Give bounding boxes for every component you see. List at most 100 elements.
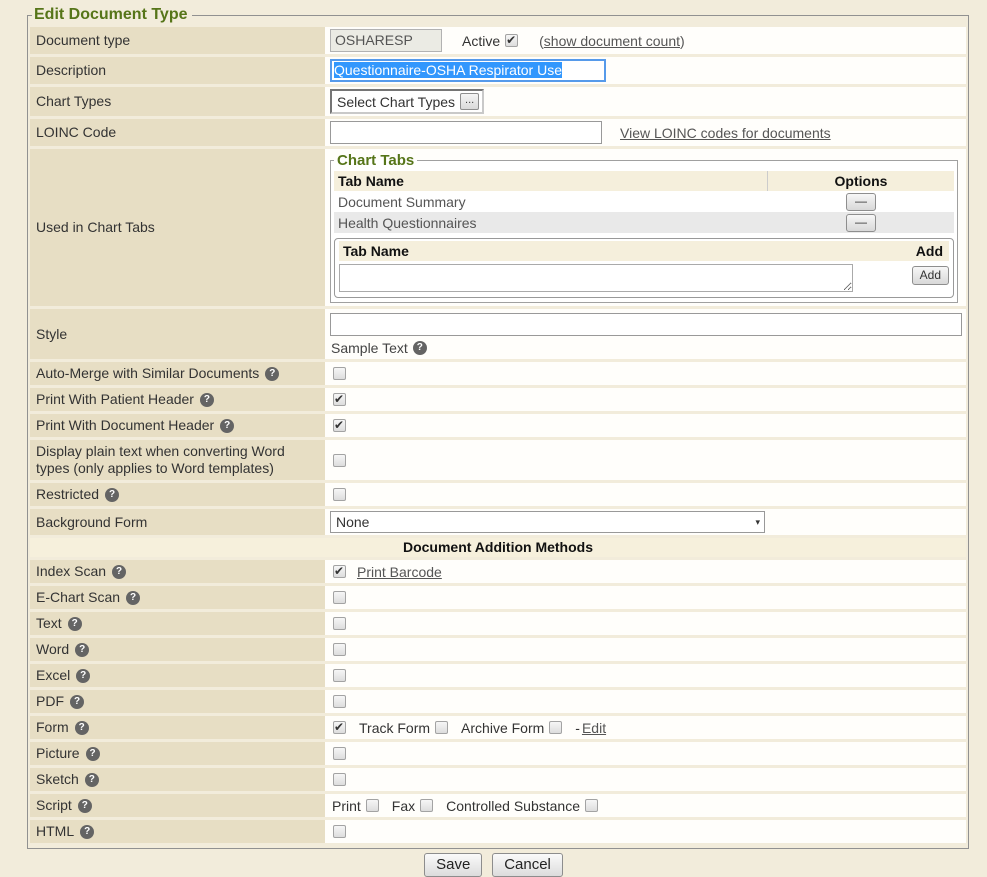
restricted-label: Restricted <box>36 486 99 503</box>
edit-document-type-fieldset: Edit Document Type Document type Active … <box>27 6 969 849</box>
form-checkbox[interactable] <box>333 721 346 734</box>
pdf-label: PDF <box>36 693 64 710</box>
help-icon[interactable]: ? <box>78 799 92 813</box>
chart-tab-name: Health Questionnaires <box>334 213 768 233</box>
help-icon[interactable]: ? <box>75 721 89 735</box>
add-tab-button[interactable]: Add <box>912 266 949 285</box>
add-tab-name-column-header: Tab Name <box>339 241 901 261</box>
loinc-code-input[interactable] <box>330 121 602 144</box>
help-icon[interactable]: ? <box>85 773 99 787</box>
display-plain-text-label: Display plain text when converting Word … <box>36 443 319 477</box>
html-checkbox[interactable] <box>333 825 346 838</box>
row-word: Word ? <box>30 638 966 661</box>
picture-checkbox[interactable] <box>333 747 346 760</box>
sketch-checkbox[interactable] <box>333 773 346 786</box>
index-scan-checkbox[interactable] <box>333 565 346 578</box>
edit-separator: - <box>575 720 580 736</box>
show-document-count-link[interactable]: show document count <box>544 33 680 49</box>
page-title: Edit Document Type <box>32 6 192 24</box>
row-print-document-header: Print With Document Header ? <box>30 414 966 437</box>
pdf-checkbox[interactable] <box>333 695 346 708</box>
add-tab-row: Add <box>339 264 949 292</box>
view-loinc-codes-link[interactable]: View LOINC codes for documents <box>620 125 831 141</box>
chevron-down-icon: ▾ <box>755 517 760 528</box>
chart-types-selector[interactable]: Select Chart Types ... <box>330 89 484 114</box>
text-label: Text <box>36 615 62 632</box>
row-echart-scan: E-Chart Scan ? <box>30 586 966 609</box>
script-fax-label: Fax <box>392 798 415 814</box>
cancel-button[interactable]: Cancel <box>492 853 563 877</box>
edit-form-link[interactable]: Edit <box>582 720 606 736</box>
row-sketch: Sketch ? <box>30 768 966 791</box>
help-icon[interactable]: ? <box>126 591 140 605</box>
background-form-select[interactable]: None ▾ <box>330 511 765 533</box>
restricted-checkbox[interactable] <box>333 488 346 501</box>
row-print-patient-header: Print With Patient Header ? <box>30 388 966 411</box>
add-tab-panel: Tab Name Add Add <box>334 238 954 298</box>
help-icon[interactable]: ? <box>80 825 94 839</box>
row-form: Form ? Track Form Archive Form - Edit <box>30 716 966 739</box>
document-type-input <box>330 29 442 52</box>
script-fax-checkbox[interactable] <box>420 799 433 812</box>
row-script: Script ? Print Fax Controlled Substance <box>30 794 966 817</box>
row-used-in-chart-tabs: Used in Chart Tabs Chart Tabs Tab Name O… <box>30 149 966 306</box>
help-icon[interactable]: ? <box>86 747 100 761</box>
archive-form-label: Archive Form <box>461 720 544 736</box>
auto-merge-checkbox[interactable] <box>333 367 346 380</box>
row-excel: Excel ? <box>30 664 966 687</box>
style-input[interactable] <box>330 313 962 336</box>
print-barcode-link[interactable]: Print Barcode <box>357 564 442 580</box>
chart-types-browse-button[interactable]: ... <box>460 93 479 110</box>
remove-tab-button[interactable]: — <box>846 193 876 211</box>
print-document-header-checkbox[interactable] <box>333 419 346 432</box>
sample-text: Sample Text <box>331 340 408 356</box>
count-paren-close: ) <box>680 33 685 49</box>
footer-actions: Save Cancel <box>0 853 987 877</box>
help-icon[interactable]: ? <box>76 669 90 683</box>
page: Edit Document Type Document type Active … <box>0 6 987 877</box>
archive-form-checkbox[interactable] <box>549 721 562 734</box>
echart-scan-label: E-Chart Scan <box>36 589 120 606</box>
new-tab-name-input[interactable] <box>339 264 853 292</box>
options-column-header: Options <box>767 171 954 191</box>
help-icon[interactable]: ? <box>200 393 214 407</box>
remove-tab-button[interactable]: — <box>846 214 876 232</box>
html-label: HTML <box>36 823 74 840</box>
row-style: Style Sample Text ? <box>30 309 966 359</box>
script-label: Script <box>36 797 72 814</box>
row-pdf: PDF ? <box>30 690 966 713</box>
text-checkbox[interactable] <box>333 617 346 630</box>
echart-scan-checkbox[interactable] <box>333 591 346 604</box>
help-icon[interactable]: ? <box>105 488 119 502</box>
track-form-checkbox[interactable] <box>435 721 448 734</box>
description-label: Description <box>36 62 106 79</box>
help-icon[interactable]: ? <box>413 341 427 355</box>
style-label: Style <box>36 326 67 343</box>
excel-checkbox[interactable] <box>333 669 346 682</box>
active-label: Active <box>462 33 500 49</box>
help-icon[interactable]: ? <box>112 565 126 579</box>
print-document-header-label: Print With Document Header <box>36 417 214 434</box>
help-icon[interactable]: ? <box>70 695 84 709</box>
index-scan-label: Index Scan <box>36 563 106 580</box>
description-input[interactable]: Questionnaire-OSHA Respirator Use <box>330 59 606 82</box>
display-plain-text-checkbox[interactable] <box>333 454 346 467</box>
print-patient-header-checkbox[interactable] <box>333 393 346 406</box>
help-icon[interactable]: ? <box>75 643 89 657</box>
row-background-form: Background Form None ▾ <box>30 509 966 535</box>
word-checkbox[interactable] <box>333 643 346 656</box>
sketch-label: Sketch <box>36 771 79 788</box>
script-print-checkbox[interactable] <box>366 799 379 812</box>
help-icon[interactable]: ? <box>265 367 279 381</box>
help-icon[interactable]: ? <box>68 617 82 631</box>
loinc-code-label: LOINC Code <box>36 124 116 141</box>
help-icon[interactable]: ? <box>220 419 234 433</box>
document-addition-methods-header: Document Addition Methods <box>30 538 966 557</box>
controlled-substance-label: Controlled Substance <box>446 798 580 814</box>
active-checkbox[interactable] <box>505 34 518 47</box>
chart-tabs-fieldset: Chart Tabs Tab Name Options Document Sum… <box>330 152 958 303</box>
save-button[interactable]: Save <box>424 853 482 877</box>
document-type-label: Document type <box>36 32 130 49</box>
controlled-substance-checkbox[interactable] <box>585 799 598 812</box>
row-display-plain-text: Display plain text when converting Word … <box>30 440 966 480</box>
